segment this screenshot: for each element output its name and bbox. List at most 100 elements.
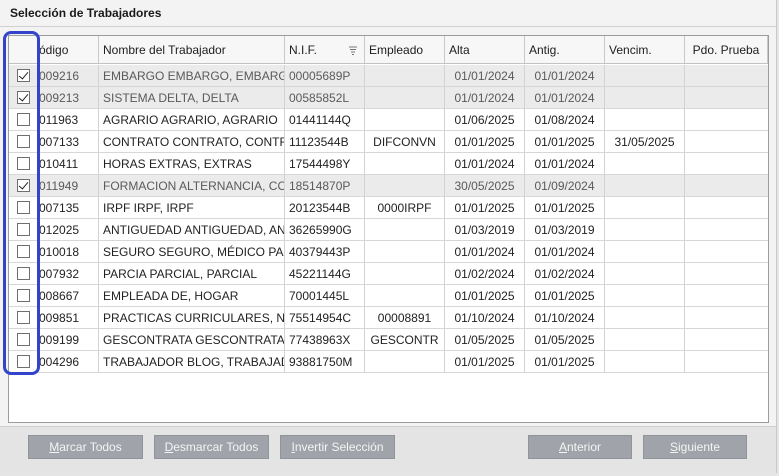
row-checkbox[interactable]: [17, 113, 30, 126]
invertir-seleccion-button[interactable]: Invertir Selección: [280, 435, 395, 459]
cell-alta: 01/10/2024: [445, 307, 525, 328]
cell-alta: 01/01/2024: [445, 87, 525, 108]
marcar-todos-button[interactable]: Marcar Todos: [28, 435, 143, 459]
cell-empleado: [365, 285, 445, 306]
cell-nif: 20123544B: [285, 197, 365, 218]
cell-nif: 00585852L: [285, 87, 365, 108]
table-row[interactable]: 011949 FORMACION ALTERNANCIA, CONT 1851487…: [9, 175, 768, 197]
row-checkbox[interactable]: [17, 289, 30, 302]
table-row[interactable]: 009216 EMBARGO EMBARGO, EMBARGO 00005689P 0…: [9, 65, 768, 87]
anterior-button[interactable]: Anterior: [528, 435, 632, 459]
row-select-cell: [9, 219, 39, 240]
row-checkbox[interactable]: [17, 311, 30, 324]
cell-alta: 01/01/2025: [445, 131, 525, 152]
row-select-cell: [9, 175, 39, 196]
cell-nif: 77438963X: [285, 329, 365, 350]
header-codigo[interactable]: ódigo: [39, 36, 99, 63]
desmarcar-todos-label-mnemonic: D: [164, 440, 174, 454]
table-row[interactable]: 011963 AGRARIO AGRARIO, AGRARIO 01441144Q 0…: [9, 109, 768, 131]
cell-nombre: SISTEMA DELTA, DELTA: [99, 87, 285, 108]
cell-vencim: 31/05/2025: [605, 131, 685, 152]
cell-codigo: 009216: [39, 65, 99, 86]
header-antig[interactable]: Antig.: [525, 36, 605, 63]
cell-empleado: 0000IRPF: [365, 197, 445, 218]
cell-nif: 45221144G: [285, 263, 365, 284]
cell-antig: 01/01/2025: [525, 131, 605, 152]
header-empleado[interactable]: Empleado: [365, 36, 445, 63]
table-row[interactable]: 007133 CONTRATO CONTRATO, CONTRAT 11123544…: [9, 131, 768, 153]
cell-codigo: 011949: [39, 175, 99, 196]
desmarcar-todos-label: esmarcar Todos: [173, 440, 259, 454]
table-row[interactable]: 008667 EMPLEADA DE, HOGAR 70001445L 01/01/2…: [9, 285, 768, 307]
row-select-cell: [9, 263, 39, 284]
cell-codigo: 004296: [39, 351, 99, 372]
cell-prueba: [685, 175, 768, 196]
cell-antig: 01/01/2024: [525, 153, 605, 174]
cell-empleado: [365, 241, 445, 262]
table-row[interactable]: 012025 ANTIGUEDAD ANTIGUEDAD, ANTIC 362659…: [9, 219, 768, 241]
table-row[interactable]: 010018 SEGURO SEGURO, MÉDICO PARCI 4037944…: [9, 241, 768, 263]
sort-descending-icon: [349, 46, 357, 55]
table-row[interactable]: 009199 GESCONTRATA GESCONTRATA, G 77438963…: [9, 329, 768, 351]
table-row[interactable]: 004296 TRABAJADOR BLOG, TRABAJADO 93881750…: [9, 351, 768, 373]
row-checkbox[interactable]: [17, 267, 30, 280]
cell-nombre: IRPF IRPF, IRPF: [99, 197, 285, 218]
cell-codigo: 007133: [39, 131, 99, 152]
row-checkbox[interactable]: [17, 135, 30, 148]
siguiente-label: iguiente: [677, 440, 721, 454]
marcar-todos-label-mnemonic: M: [49, 440, 60, 454]
cell-alta: 01/02/2024: [445, 263, 525, 284]
cell-empleado: [365, 263, 445, 284]
header-vencim[interactable]: Vencim.: [605, 36, 685, 63]
table-row[interactable]: 010411 HORAS EXTRAS, EXTRAS 17544498Y 01/01…: [9, 153, 768, 175]
header-select-column[interactable]: [9, 36, 39, 63]
cell-vencim: [605, 65, 685, 86]
row-checkbox[interactable]: [17, 157, 30, 170]
row-select-cell: [9, 307, 39, 328]
cell-alta: 01/01/2025: [445, 285, 525, 306]
cell-vencim: [605, 153, 685, 174]
cell-codigo: 010411: [39, 153, 99, 174]
row-checkbox[interactable]: [17, 91, 30, 104]
header-pdo-prueba[interactable]: Pdo. Prueba: [685, 36, 768, 63]
worker-selection-panel: Selección de Trabajadores ódigo Nombre d…: [0, 0, 777, 473]
cell-nif: 70001445L: [285, 285, 365, 306]
cell-prueba: [685, 263, 768, 284]
cell-vencim: [605, 285, 685, 306]
invertir-seleccion-label: nvertir Selección: [294, 440, 384, 454]
cell-alta: 01/01/2025: [445, 351, 525, 372]
table-row[interactable]: 009851PRACTICAS CURRICULARES, NO RE75514…: [9, 307, 768, 329]
row-checkbox[interactable]: [17, 355, 30, 368]
siguiente-button[interactable]: Siguiente: [643, 435, 747, 459]
table-row[interactable]: 009213 SISTEMA DELTA, DELTA 00585852L 01/01…: [9, 87, 768, 109]
row-checkbox[interactable]: [17, 333, 30, 346]
cell-nombre: EMPLEADA DE, HOGAR: [99, 285, 285, 306]
table-row[interactable]: 007135 IRPF IRPF, IRPF 20123544B 0000IRPF 01…: [9, 197, 768, 219]
row-checkbox[interactable]: [17, 201, 30, 214]
cell-empleado: [365, 109, 445, 130]
header-nombre[interactable]: Nombre del Trabajador: [99, 36, 285, 63]
row-checkbox[interactable]: [17, 179, 30, 192]
header-alta[interactable]: Alta: [445, 36, 525, 63]
desmarcar-todos-button[interactable]: Desmarcar Todos: [154, 435, 269, 459]
cell-alta: 01/01/2024: [445, 153, 525, 174]
siguiente-label-mnemonic: S: [669, 440, 678, 454]
table-row[interactable]: 007932 PARCIA PARCIAL, PARCIAL 45221144G 01…: [9, 263, 768, 285]
cell-empleado: 00008891: [365, 307, 445, 328]
cell-alta: 01/01/2024: [445, 241, 525, 262]
cell-vencim: [605, 307, 685, 328]
cell-prueba: [685, 131, 768, 152]
cell-alta: 30/05/2025: [445, 175, 525, 196]
cell-empleado: [365, 65, 445, 86]
cell-nif: 93881750M: [285, 351, 365, 372]
row-checkbox[interactable]: [17, 69, 30, 82]
cell-nombre: PARCIA PARCIAL, PARCIAL: [99, 263, 285, 284]
header-nif[interactable]: N.I.F.: [285, 36, 365, 63]
cell-vencim: [605, 87, 685, 108]
cell-codigo: 010018: [39, 241, 99, 262]
cell-vencim: [605, 197, 685, 218]
row-checkbox[interactable]: [17, 245, 30, 258]
row-checkbox[interactable]: [17, 223, 30, 236]
workers-table: ódigo Nombre del Trabajador N.I.F. Emple…: [8, 35, 769, 423]
cell-nombre: SEGURO SEGURO, MÉDICO PARCI: [99, 241, 285, 262]
